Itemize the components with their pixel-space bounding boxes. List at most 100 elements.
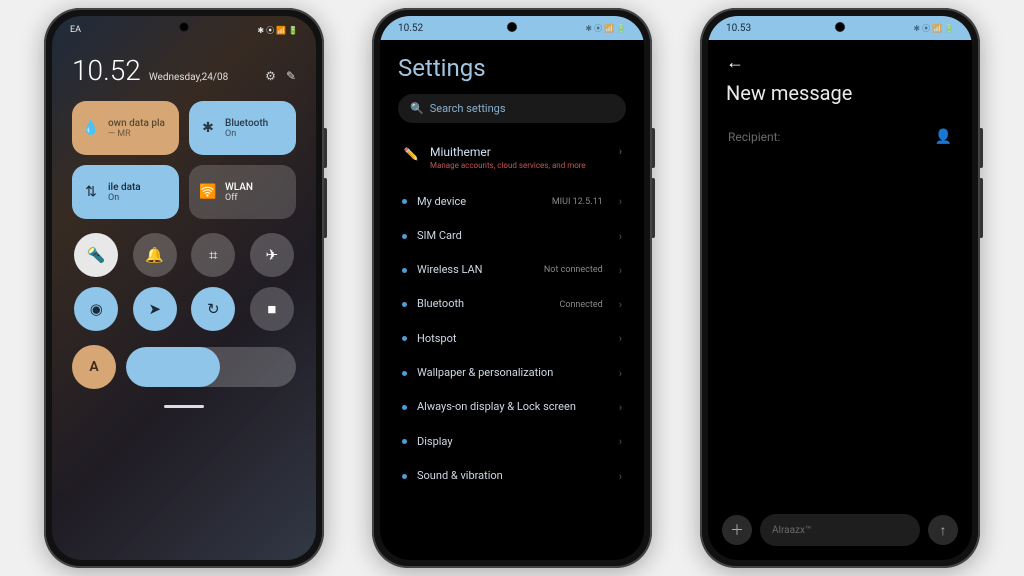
row-label: Wireless LAN — [417, 263, 534, 277]
status-icons: ✱ ⦿ 📶 🔋 — [585, 23, 626, 34]
slider-fill — [126, 347, 220, 387]
bullet-icon — [402, 474, 407, 479]
search-placeholder: Search settings — [430, 102, 506, 115]
contact-icon[interactable]: 👤 — [935, 129, 952, 145]
bullet-icon — [402, 439, 407, 444]
chevron-right-icon: › — [619, 195, 622, 208]
recipient-label: Recipient: — [728, 130, 780, 144]
settings-row[interactable]: Hotspot› — [398, 322, 626, 356]
tile-sub: On — [108, 193, 141, 203]
settings-list: My deviceMIUI 12.5.11›SIM Card›Wireless … — [398, 185, 626, 494]
settings-row[interactable]: My device MIUI 12.5.11 › — [398, 185, 626, 219]
compose-placeholder: Alraazx™ — [772, 525, 811, 536]
settings-row[interactable]: Display › — [398, 425, 626, 459]
qr-toggle[interactable]: ⌗ — [191, 233, 235, 277]
tile-mobile-data[interactable]: ⇅ ile data On — [72, 165, 179, 219]
updown-icon: ⇅ — [82, 184, 100, 200]
back-button[interactable]: ← — [726, 52, 954, 73]
page-title: New message — [726, 81, 954, 105]
brightness-slider[interactable] — [126, 347, 296, 387]
pencil-icon: ✏️ — [402, 145, 420, 163]
bullet-icon — [402, 199, 407, 204]
chevron-right-icon: › — [619, 264, 622, 277]
account-name: Miuithemer — [430, 145, 586, 159]
carrier-label: EA — [70, 25, 81, 35]
chevron-right-icon: › — [619, 435, 622, 448]
location-toggle[interactable]: ➤ — [133, 287, 177, 331]
page-title: Settings — [398, 54, 626, 82]
tile-label: ile data — [108, 182, 141, 193]
tile-label: WLAN — [225, 182, 253, 193]
settings-screen: 10.52 ✱ ⦿ 📶 🔋 Settings 🔍 Search settings… — [380, 16, 644, 560]
row-value: Not connected — [544, 265, 603, 275]
phone-frame-3: 10.53 ✱ ⦿ 📶 🔋 ← New message Recipient: 👤… — [700, 8, 980, 568]
camera-notch — [835, 22, 845, 32]
bullet-icon — [402, 302, 407, 307]
chevron-right-icon: › — [619, 401, 622, 414]
auto-brightness-toggle[interactable]: A — [72, 345, 116, 389]
send-button[interactable]: ↑ — [928, 515, 958, 545]
status-time: 10.53 — [726, 23, 751, 34]
wifi-icon: 🛜 — [199, 184, 217, 200]
compose-input[interactable]: Alraazx™ — [760, 514, 920, 546]
chevron-right-icon: › — [619, 230, 622, 243]
settings-row[interactable]: Wallpaper & personalization› — [398, 356, 626, 390]
search-settings[interactable]: 🔍 Search settings — [398, 94, 626, 123]
edit-icon[interactable]: ✎ — [286, 69, 296, 83]
tile-label: own data pla — [108, 118, 165, 129]
row-value: MIUI 12.5.11 — [552, 197, 603, 207]
add-attachment-button[interactable]: ＋ — [722, 515, 752, 545]
drop-icon: 💧 — [82, 120, 100, 136]
control-center-screen: EA ✱ ⦿ 📶 🔋 10.52 Wednesday,24/08 ⚙ ✎ 💧 o… — [52, 16, 316, 560]
row-label: My device — [417, 195, 542, 209]
bell-toggle[interactable]: 🔔 — [133, 233, 177, 277]
clock-date: Wednesday,24/08 — [149, 72, 228, 83]
row-label: Sound & vibration — [417, 469, 603, 483]
account-subtitle: Manage accounts, cloud services, and mor… — [430, 161, 586, 171]
phone-frame-2: 10.52 ✱ ⦿ 📶 🔋 Settings 🔍 Search settings… — [372, 8, 652, 568]
settings-row[interactable]: Wireless LAN Not connected › — [398, 253, 626, 287]
gear-icon[interactable]: ⚙ — [265, 69, 276, 83]
message-body — [708, 157, 972, 504]
eye-toggle[interactable]: ◉ — [74, 287, 118, 331]
row-label: Display — [417, 435, 603, 449]
bullet-icon — [402, 336, 407, 341]
settings-row[interactable]: SIM Card › — [398, 219, 626, 253]
settings-row[interactable]: Sound & vibration› — [398, 459, 626, 493]
drag-handle[interactable] — [164, 405, 204, 408]
recipient-field[interactable]: Recipient: 👤 — [708, 105, 972, 157]
row-label: Always-on display & Lock screen — [417, 400, 603, 414]
airplane-toggle[interactable]: ✈ — [250, 233, 294, 277]
tile-wlan[interactable]: 🛜 WLAN Off — [189, 165, 296, 219]
tile-data-plan[interactable]: 💧 own data pla — MR — [72, 101, 179, 155]
bullet-icon — [402, 405, 407, 410]
row-label: Hotspot — [417, 332, 603, 346]
tile-sub: — MR — [108, 129, 165, 139]
flashlight-toggle[interactable]: 🔦 — [74, 233, 118, 277]
row-label: Wallpaper & personalization — [417, 366, 603, 380]
chevron-right-icon: › — [619, 298, 622, 311]
rotate-toggle[interactable]: ↻ — [191, 287, 235, 331]
camera-notch — [179, 22, 189, 32]
account-row[interactable]: ✏️ Miuithemer Manage accounts, cloud ser… — [398, 137, 626, 185]
chevron-right-icon: › — [619, 145, 622, 158]
settings-row[interactable]: BluetoothConnected› — [398, 287, 626, 321]
tile-label: Bluetooth — [225, 118, 268, 129]
row-label: Bluetooth — [417, 297, 549, 311]
record-toggle[interactable]: ■ — [250, 287, 294, 331]
phone-frame-1: EA ✱ ⦿ 📶 🔋 10.52 Wednesday,24/08 ⚙ ✎ 💧 o… — [44, 8, 324, 568]
bullet-icon — [402, 371, 407, 376]
messages-screen: 10.53 ✱ ⦿ 📶 🔋 ← New message Recipient: 👤… — [708, 16, 972, 560]
tile-sub: Off — [225, 193, 253, 203]
settings-row[interactable]: Always-on display & Lock screen › — [398, 390, 626, 424]
bullet-icon — [402, 234, 407, 239]
bullet-icon — [402, 268, 407, 273]
time-row: 10.52 Wednesday,24/08 ⚙ ✎ — [72, 54, 296, 87]
camera-notch — [507, 22, 517, 32]
status-icons: ✱ ⦿ 📶 🔋 — [257, 25, 298, 36]
status-time: 10.52 — [398, 23, 423, 34]
row-label: SIM Card — [417, 229, 603, 243]
tile-bluetooth[interactable]: ✱ Bluetooth On — [189, 101, 296, 155]
tile-sub: On — [225, 129, 268, 139]
status-icons: ✱ ⦿ 📶 🔋 — [913, 23, 954, 34]
